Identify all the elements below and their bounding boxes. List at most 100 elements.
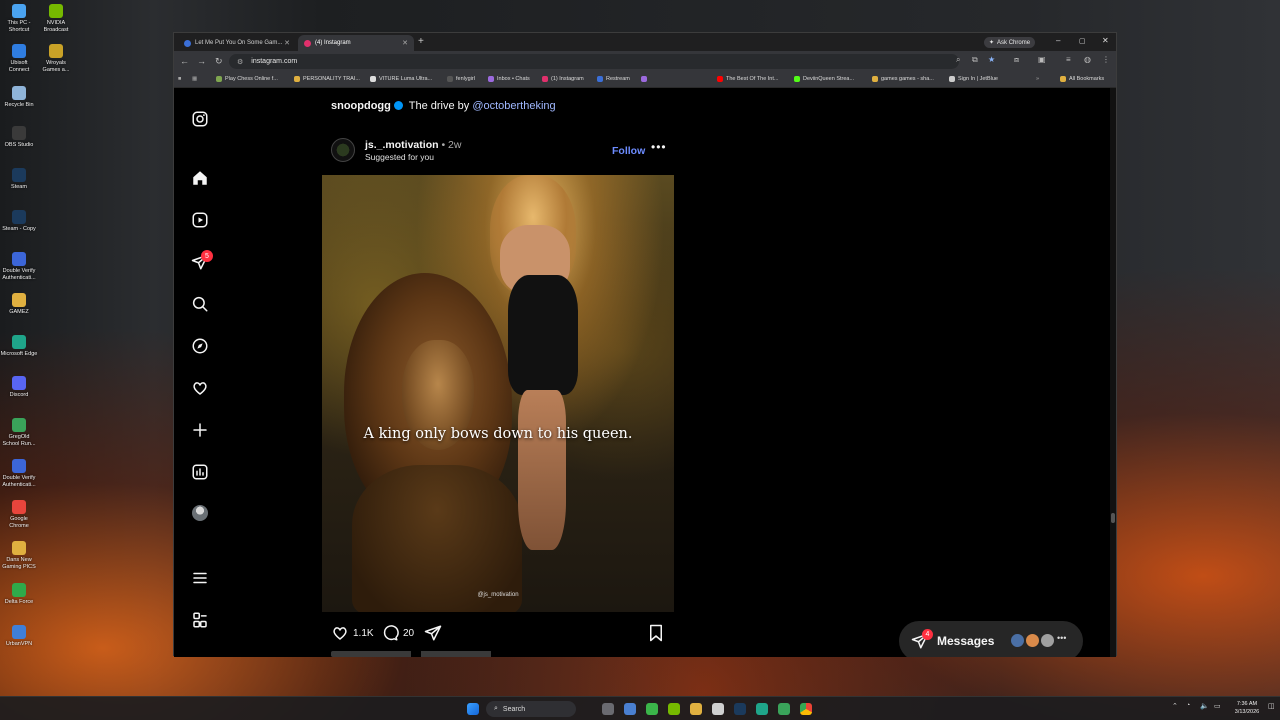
messages-button[interactable]: 4 Messages ••• [899,621,1083,657]
home-icon[interactable] [191,169,209,187]
settings-icon[interactable] [624,703,636,715]
caption-mention[interactable]: @octobertheking [472,100,555,112]
desktop-icon[interactable]: Dans New Gaming PICS [0,541,38,570]
new-tab-button[interactable]: + [418,36,424,47]
post-username[interactable]: js._.motivation [365,139,439,151]
close-icon[interactable]: ✕ [284,39,290,47]
taskbar-search[interactable]: ⌕ Search [486,701,576,717]
desktop-icon[interactable]: UrbanVPN [0,625,38,648]
bookmark-item[interactable]: Play Chess Online f... [216,76,278,82]
bookmark-item[interactable]: DeviinQueen Strea... [794,76,854,82]
extensions-icon[interactable]: ⧈ [1014,55,1019,65]
insights-icon[interactable] [191,463,209,481]
bookmark-item[interactable]: PERSONALITY TRAI... [294,76,360,82]
play-icon[interactable] [646,703,658,715]
close-window-button[interactable]: ✕ [1102,36,1109,45]
explore-icon[interactable] [191,337,209,355]
volume-icon[interactable]: 🔈 [1200,702,1209,710]
clock[interactable]: 7:36 AM 3/13/2026 [1227,700,1267,716]
post-image[interactable]: A king only bows down to his queen. @js_… [322,175,674,612]
network-icon[interactable]: ◔ [1186,702,1190,709]
close-icon[interactable]: ✕ [402,39,408,47]
bookmark-item[interactable]: games games - sha... [872,76,934,82]
desktop-icon[interactable]: Steam - Copy [0,210,38,233]
app-icon[interactable] [778,703,790,715]
maximize-button[interactable]: ▢ [1079,37,1086,45]
bookmark-star-icon[interactable]: ★ [988,55,995,64]
all-bookmarks[interactable]: All Bookmarks [1060,76,1104,82]
reload-button[interactable]: ↻ [215,56,223,67]
more-bookmarks-icon[interactable]: » [1036,76,1039,82]
notifications-icon[interactable]: ◫ [1268,702,1275,710]
app-icon[interactable] [712,703,724,715]
zoom-icon[interactable]: ⌕ [956,55,960,65]
desktop-icon[interactable]: NVIDIA Broadcast [37,4,75,33]
desktop-icon[interactable]: Recycle Bin [0,86,38,109]
desktop-icon[interactable]: Microsoft Edge [0,335,38,358]
nvidia-icon[interactable] [668,703,680,715]
desktop-icon[interactable]: Wroyals Games a... [37,44,75,73]
desktop-icon[interactable]: OBS Studio [0,126,38,149]
bookmark-item[interactable]: Restream [597,76,630,82]
create-icon[interactable] [191,421,209,439]
desktop-icon[interactable]: Discord [0,376,38,399]
start-icon[interactable] [467,703,479,715]
minimize-button[interactable]: – [1056,36,1060,45]
downloads-icon[interactable]: ≡ [1066,55,1071,64]
ask-chrome-button[interactable]: ✦ Ask Chrome [984,37,1036,48]
apps-icon[interactable]: ■ [178,76,181,82]
back-button[interactable]: ← [180,56,189,66]
bookmark-item[interactable] [641,76,647,82]
chrome-icon[interactable] [800,703,812,715]
tab-instagram[interactable]: (4) Instagram ✕ [298,35,414,51]
desktop-icon[interactable]: Google Chrome [0,500,38,529]
grid-icon[interactable]: ▦ [192,76,197,82]
site-info-icon[interactable]: ⚙ [237,58,243,66]
bookmark-item[interactable]: (1) Instagram [542,76,584,82]
desktop-icon[interactable]: This PC - Shortcut [0,4,38,33]
bookmark-item[interactable]: fenlygirl [447,76,475,82]
tab-youtube[interactable]: Let Me Put You On Some Gam... ✕ [178,35,296,51]
file-explorer-icon[interactable] [690,703,702,715]
desktop-icon[interactable]: Steam [0,168,38,191]
comment-button[interactable]: 20 [381,624,414,642]
side-panel-icon[interactable]: ▣ [1038,55,1046,64]
threads-apps-icon[interactable] [191,611,209,629]
page-scrollbar[interactable] [1110,88,1116,657]
bookmark-favicon [872,76,878,82]
desktop-icon[interactable]: Ubisoft Connect [0,44,38,73]
task-view-icon[interactable] [602,703,614,715]
forward-button[interactable]: → [197,56,206,66]
bookmark-item[interactable]: Sign In | JetBlue [949,76,998,82]
follow-button[interactable]: Follow [612,145,645,157]
bookmark-item[interactable]: VITURE Luma Ultra... [370,76,432,82]
instagram-logo-icon[interactable] [191,110,209,128]
profile-avatar[interactable] [192,505,208,521]
tray-chevron-icon[interactable]: ⌃ [1172,702,1178,710]
search-icon[interactable] [191,295,209,313]
save-button[interactable] [648,624,664,642]
reels-icon[interactable] [191,211,209,229]
edge-icon[interactable] [756,703,768,715]
bookmark-item[interactable]: Inbox • Chats [488,76,530,82]
menu-icon[interactable]: ⋮ [1102,55,1110,64]
desktop-icon[interactable]: Delta Force [0,583,38,606]
more-options-icon[interactable]: ••• [651,140,667,154]
hamburger-menu-icon[interactable] [191,569,209,587]
desktop-icon[interactable]: GregOld School Run... [0,418,38,447]
profile-icon[interactable]: ◍ [1084,55,1091,64]
scroll-thumb[interactable] [1111,513,1115,523]
like-button[interactable]: 1.1K [331,624,374,642]
bookmark-item[interactable]: The Best Of The Int... [717,76,778,82]
desktop-icon[interactable]: Double Verify Authenticati... [0,459,38,488]
address-bar[interactable]: ⚙ instagram.com [229,54,959,69]
caption-username[interactable]: snoopdogg [331,100,391,112]
install-icon[interactable]: ⧉ [972,55,978,65]
battery-icon[interactable]: ▭ [1214,702,1221,710]
steam-icon[interactable] [734,703,746,715]
post-avatar[interactable] [331,138,355,162]
desktop-icon[interactable]: GAMEZ [0,293,38,316]
heart-icon[interactable] [191,379,209,397]
share-button[interactable] [424,624,442,642]
desktop-icon[interactable]: Double Verify Authenticati... [0,252,38,281]
